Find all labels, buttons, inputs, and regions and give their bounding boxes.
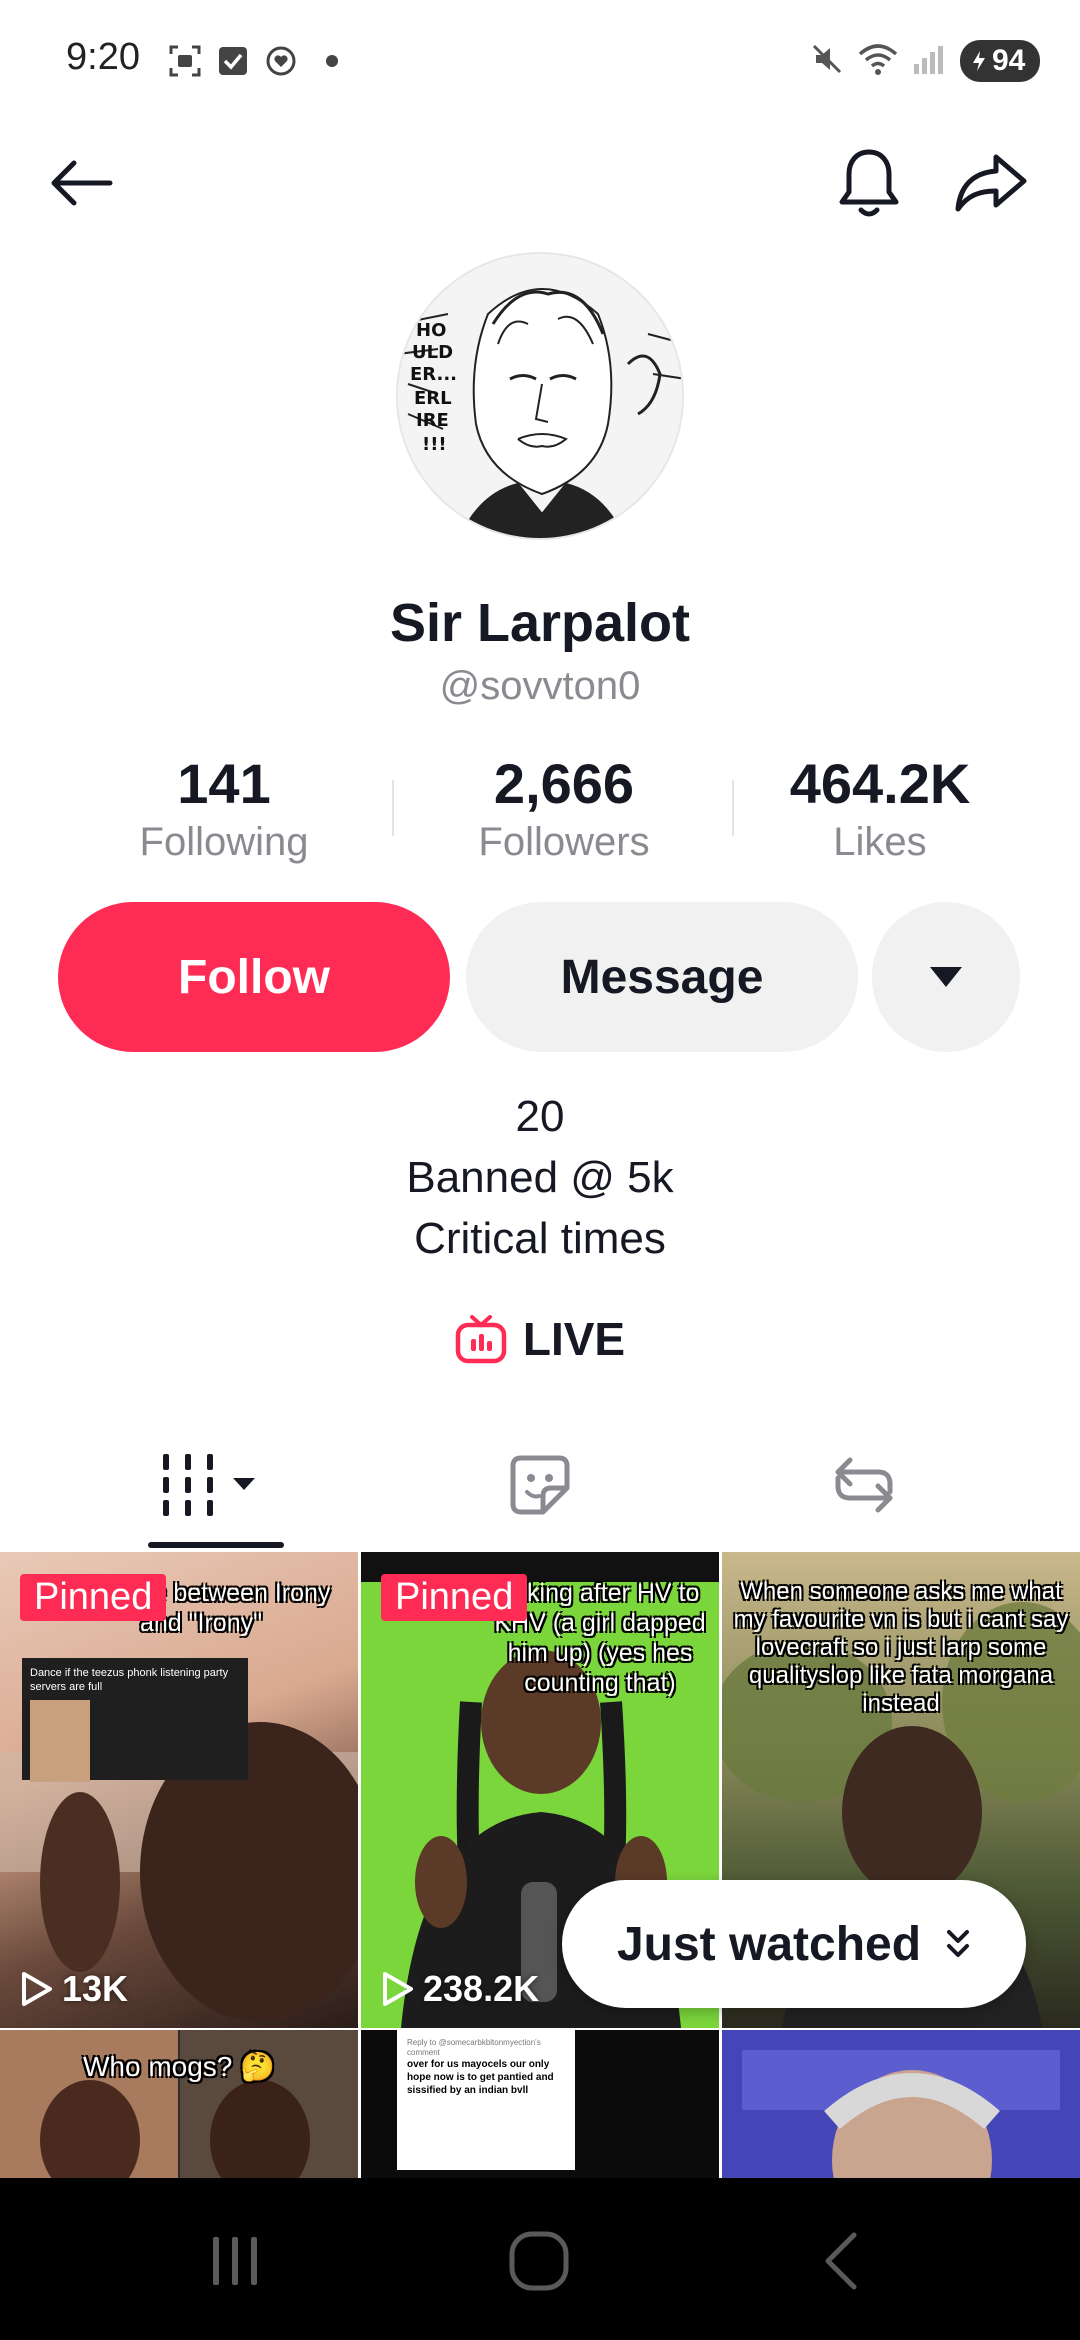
stat-following[interactable]: 141 Following [74, 752, 374, 865]
svg-text:ULD: ULD [412, 342, 453, 363]
recent-apps-button[interactable] [190, 2216, 280, 2306]
comment-reply-text: over for us mayocels our only hope now i… [407, 2059, 554, 2096]
video-thumbnail[interactable] [722, 2030, 1080, 2180]
video-thumbnail[interactable]: Who mogs? 🤔 [0, 2030, 358, 2180]
profile-name: Sir Larpalot [389, 593, 691, 653]
system-navigation-bar [0, 2178, 1080, 2340]
profile-stats: 141 Following 2,666 Followers 464.2K Lik… [60, 752, 1020, 872]
status-bar: 9:20 94 [0, 0, 1080, 128]
comment-reply-header: Reply to @somecarbkbltonmyection's comme… [407, 2038, 541, 2057]
status-icons-left [168, 44, 338, 78]
follow-button[interactable]: Follow [58, 902, 450, 1052]
tab-reposts[interactable] [684, 1420, 1044, 1550]
video-overlay-text: ce between Irony and "Irony" [140, 1579, 331, 1637]
view-count-value: 238.2K [423, 1968, 540, 2009]
pinned-badge: Pinned [381, 1574, 528, 1621]
home-icon [509, 2231, 569, 2291]
double-chevron-down-icon [947, 1930, 970, 1957]
signal-icon [912, 42, 946, 81]
profile-bio: 20 Banned @ 5k Critical times [0, 1086, 1080, 1269]
profile-handle: @sovvton0 [439, 664, 641, 708]
notifications-button[interactable] [824, 138, 914, 228]
live-link[interactable]: LIVE [0, 1312, 1080, 1366]
more-options-button[interactable] [872, 902, 1020, 1052]
heart-chat-icon [264, 44, 298, 78]
live-label: LIVE [522, 1313, 626, 1365]
dot-icon [326, 55, 338, 67]
just-watched-label: Just watched [616, 1917, 922, 1971]
svg-text:!!!: !!! [422, 434, 447, 455]
svg-text:ERL: ERL [414, 388, 452, 409]
video-grid: ce between Irony and "Irony" Dance if th… [0, 1552, 1080, 2180]
home-button[interactable] [494, 2216, 584, 2306]
inset-caption-text: Dance if the teezus phonk listening part… [30, 1667, 229, 1693]
profile-tabs [0, 1420, 1080, 1550]
stat-label: Likes [833, 820, 927, 864]
bio-line: Critical times [414, 1214, 666, 1263]
stat-followers[interactable]: 2,666 Followers [414, 752, 714, 865]
tab-stickers[interactable] [360, 1420, 720, 1550]
stat-value: 2,666 [493, 752, 635, 815]
grid-bars-icon [163, 1454, 255, 1516]
battery-icon [973, 51, 985, 71]
video-frame [722, 2030, 1080, 2180]
arrow-left-icon [51, 160, 113, 206]
caret-down-icon [930, 967, 962, 987]
back-chevron-icon [825, 2232, 857, 2290]
sticker-icon [510, 1455, 570, 1515]
avatar[interactable]: HO ULD ER... ERL IRE!!! [396, 252, 684, 540]
message-button[interactable]: Message [466, 902, 858, 1052]
bio-line: Banned @ 5k [406, 1153, 674, 1202]
play-icon [383, 1972, 413, 2006]
status-time: 9:20 [66, 36, 140, 78]
tv-live-icon [455, 1315, 507, 1364]
back-nav-button[interactable] [796, 2216, 886, 2306]
svg-text:HO: HO [416, 320, 446, 341]
wifi-icon [858, 42, 898, 81]
video-overlay-text: Who mogs? 🤔 [82, 2051, 276, 2082]
stat-likes[interactable]: 464.2K Likes [730, 752, 1030, 865]
battery-indicator: 94 [960, 40, 1040, 82]
mute-icon [810, 42, 844, 81]
avatar-image: HOULDER... ERLIRE!!! [398, 254, 682, 538]
video-overlay-text: When someone asks me what my favourite v… [733, 1578, 1069, 1717]
back-button[interactable] [36, 138, 126, 228]
status-icons-right: 94 [810, 40, 1040, 82]
pinned-badge: Pinned [20, 1574, 167, 1621]
battery-level: 94 [992, 44, 1026, 77]
stat-label: Following [139, 820, 309, 864]
checkbox-icon [216, 44, 250, 78]
video-inset-caption: Dance if the teezus phonk listening part… [22, 1658, 248, 1782]
video-thumbnail[interactable]: Reply to @somecarbkbltonmyection's comme… [361, 2030, 719, 2180]
stat-divider [392, 780, 394, 836]
view-count: 13K [20, 1968, 128, 2010]
stat-value: 464.2K [789, 752, 971, 815]
svg-text:IRE: IRE [416, 410, 449, 431]
bio-line: 20 [515, 1092, 565, 1141]
stat-value: 141 [177, 752, 271, 815]
video-thumbnail[interactable]: ce between Irony and "Irony" Dance if th… [0, 1552, 358, 2028]
play-icon [22, 1972, 52, 2006]
active-tab-indicator [148, 1542, 284, 1548]
bell-icon [839, 149, 899, 217]
recent-apps-icon [213, 2237, 257, 2285]
screenshot-icon [168, 44, 202, 78]
view-count-value: 13K [62, 1968, 129, 2009]
svg-text:ER...: ER... [410, 364, 457, 385]
tab-videos[interactable] [36, 1420, 396, 1550]
share-icon [955, 154, 1027, 212]
inset-image [30, 1700, 90, 1782]
view-count: 238.2K [381, 1968, 539, 2010]
share-button[interactable] [946, 138, 1036, 228]
comment-reply-card: Reply to @somecarbkbltonmyection's comme… [397, 2030, 575, 2170]
just-watched-button[interactable]: Just watched [562, 1880, 1026, 2008]
stat-label: Followers [478, 820, 650, 864]
repost-icon [835, 1457, 893, 1513]
